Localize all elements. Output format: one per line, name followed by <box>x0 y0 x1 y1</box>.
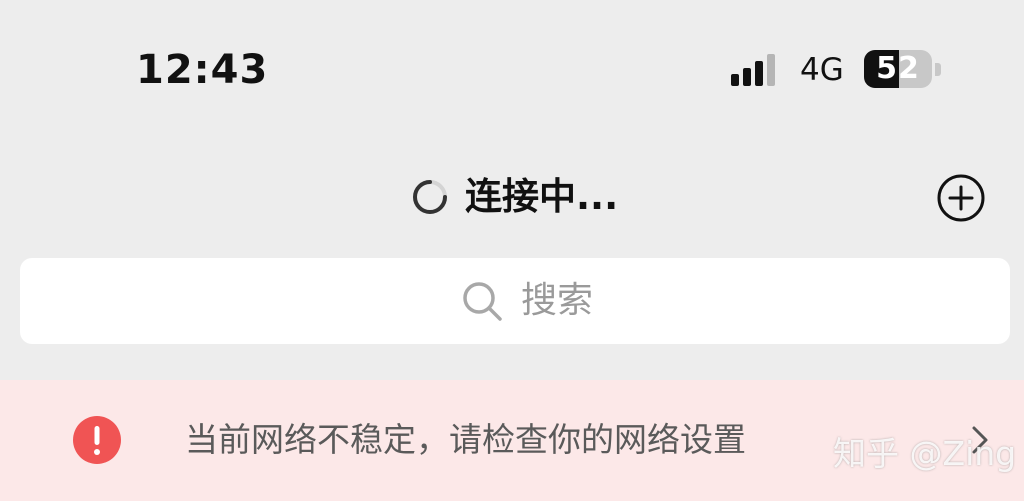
exclamation-circle-icon <box>73 416 121 464</box>
battery-body: 52 <box>864 50 932 88</box>
search-input[interactable]: 搜索 <box>20 258 1010 344</box>
loading-spinner-icon <box>413 180 447 214</box>
network-type: 4G <box>800 52 844 88</box>
battery-cap <box>935 63 941 76</box>
header: 连接中... <box>0 170 1024 224</box>
search-content: 搜索 <box>461 278 593 324</box>
app-screen: 12:43 4G 52 连接中... 搜索 当前网络不稳定，请检查你的网络设置 … <box>0 0 1024 501</box>
search-icon <box>463 282 502 321</box>
banner-message: 当前网络不稳定，请检查你的网络设置 <box>185 420 746 459</box>
page-title: 连接中... <box>465 175 619 218</box>
status-time: 12:43 <box>136 47 269 93</box>
cellular-signal-icon <box>731 54 775 86</box>
battery-level: 52 <box>876 51 920 86</box>
search-placeholder: 搜索 <box>521 280 594 321</box>
watermark: 知乎 @Zing <box>833 434 1017 473</box>
add-button[interactable] <box>935 172 987 224</box>
battery-indicator: 52 <box>864 50 942 88</box>
